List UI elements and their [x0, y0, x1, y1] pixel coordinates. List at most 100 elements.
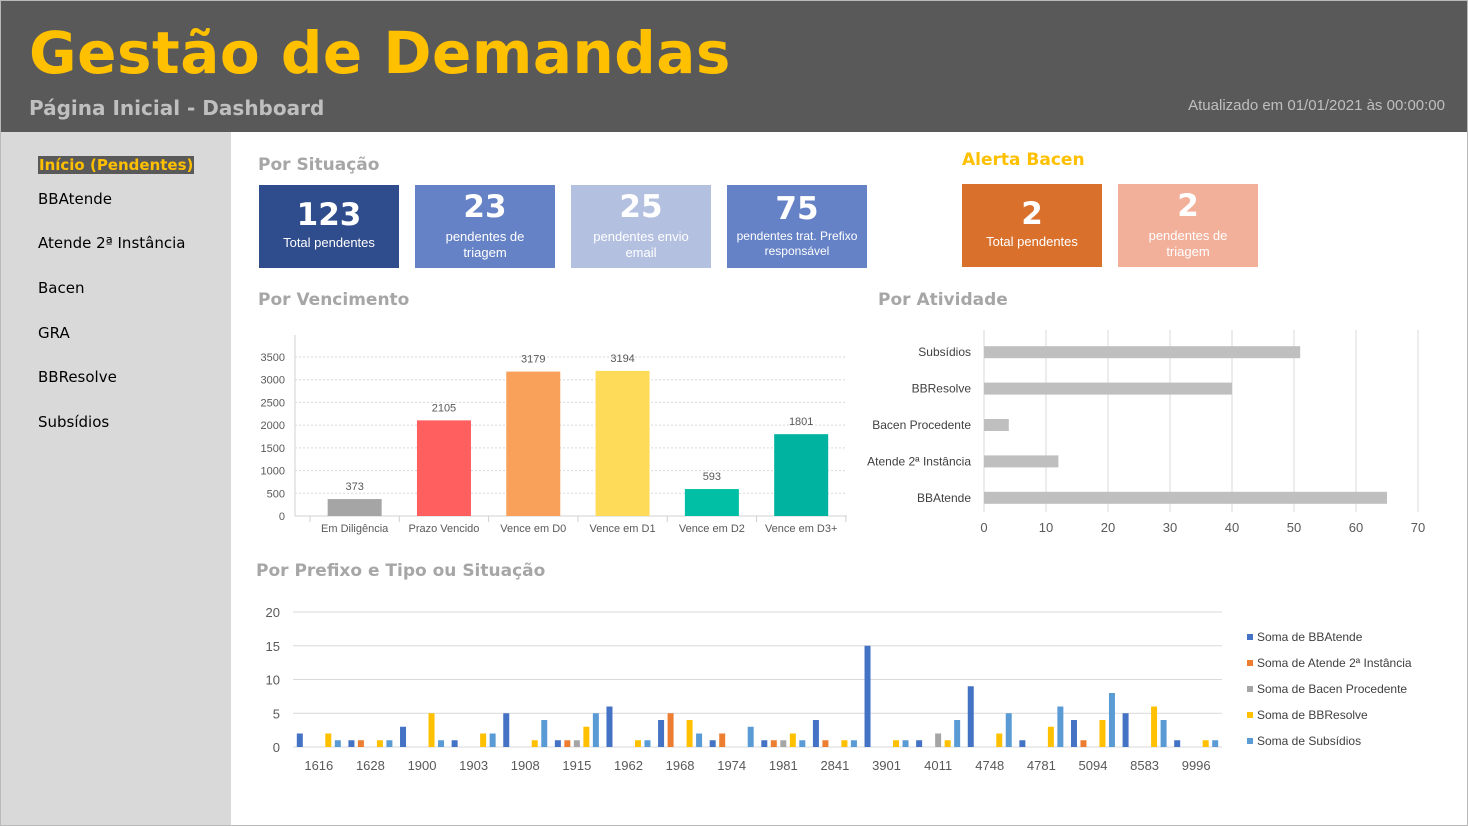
bar — [954, 720, 961, 747]
sidebar-item-inicio[interactable]: Início (Pendentes) — [38, 156, 195, 174]
y-tick-label: Bacen Procedente — [872, 418, 971, 432]
section-title-alerta-bacen: Alerta Bacen — [962, 150, 1085, 170]
data-label: 3194 — [610, 353, 634, 365]
bar — [709, 740, 716, 747]
x-tick-label: 2841 — [820, 758, 849, 773]
bar — [573, 740, 580, 747]
sidebar-item-gra[interactable]: GRA — [38, 324, 70, 342]
bar — [634, 740, 641, 747]
legend-swatch — [1247, 660, 1253, 666]
bar — [1080, 740, 1087, 747]
data-label: 593 — [703, 471, 721, 483]
bar — [1151, 706, 1158, 747]
card-label: pendentes de triagem — [445, 229, 525, 260]
y-tick-label: 10 — [266, 673, 280, 688]
bar — [1057, 706, 1064, 747]
bar — [564, 740, 571, 747]
y-tick-label: 500 — [267, 488, 285, 500]
legend-swatch — [1247, 634, 1253, 640]
chart-atividade: 0 10 20 30 40 50 60 70 Subsídios BBResolve Bacen P… — [850, 325, 1450, 545]
card-value: 2 — [1177, 188, 1199, 224]
bar — [1070, 720, 1077, 747]
bar — [822, 740, 829, 747]
bar — [684, 489, 739, 516]
section-title-vencimento: Por Vencimento — [258, 290, 410, 310]
y-tick-label: Atende 2ª Instância — [867, 454, 971, 468]
x-tick-label: 4011 — [924, 758, 952, 773]
bar — [686, 720, 693, 747]
y-tick-label: 5 — [273, 706, 280, 721]
bar — [812, 720, 819, 747]
x-tick-label: 10 — [1039, 520, 1053, 535]
x-tick-label: Em Diligência — [321, 523, 389, 535]
y-tick-label: 3500 — [261, 352, 285, 364]
card-label: pendentes de triagem — [1148, 228, 1228, 259]
bar — [893, 740, 900, 747]
sidebar-item-atende-2a-instancia[interactable]: Atende 2ª Instância — [38, 234, 185, 252]
legend-label: Soma de Atende 2ª Instância — [1257, 656, 1412, 670]
sidebar: Início (Pendentes) BBAtende Atende 2ª In… — [1, 132, 231, 825]
x-tick-label: 4781 — [1027, 758, 1056, 773]
card-value: 75 — [775, 191, 819, 227]
bar — [984, 491, 1387, 504]
bar — [296, 733, 303, 747]
bar — [438, 740, 445, 747]
legend-swatch — [1247, 712, 1253, 718]
bar — [376, 740, 383, 747]
legend-item: Soma de Bacen Procedente — [1247, 682, 1412, 708]
app-title: Gestão de Demandas — [29, 19, 731, 87]
card-pendentes-triagem[interactable]: 23 pendentes de triagem — [415, 185, 555, 268]
card-bacen-total-pendentes[interactable]: 2 Total pendentes — [962, 184, 1102, 267]
bar — [996, 733, 1003, 747]
bar — [984, 419, 1009, 431]
bar — [541, 720, 548, 747]
y-tick-label: 20 — [266, 605, 280, 620]
bar — [1174, 740, 1181, 747]
bar — [984, 346, 1301, 359]
x-tick-label: 0 — [980, 520, 987, 535]
bar — [1202, 740, 1209, 747]
card-bacen-pendentes-triagem[interactable]: 2 pendentes de triagem — [1118, 184, 1258, 267]
x-tick-label: Vence em D1 — [590, 523, 656, 535]
sidebar-item-bbatende[interactable]: BBAtende — [38, 190, 112, 208]
card-label: Total pendentes — [986, 234, 1078, 249]
bar — [606, 706, 613, 747]
legend-swatch — [1247, 738, 1253, 744]
y-tick-label: BBAtende — [917, 491, 971, 505]
x-tick-label: 1908 — [511, 758, 540, 773]
bar — [780, 740, 787, 747]
bar — [770, 740, 777, 747]
bar — [1212, 740, 1219, 747]
x-tick-label: Prazo Vencido — [408, 523, 479, 535]
bar — [799, 740, 806, 747]
bar — [554, 740, 561, 747]
section-title-situacao: Por Situação — [258, 155, 380, 175]
x-tick-label: 50 — [1287, 520, 1301, 535]
data-label: 1801 — [789, 416, 813, 428]
bar — [1005, 713, 1012, 747]
x-tick-label: 1962 — [614, 758, 643, 773]
bar — [944, 740, 951, 747]
x-tick-label: 3901 — [872, 758, 901, 773]
chart-prefixo-legend: Soma de BBAtende Soma de Atende 2ª Instâ… — [1247, 630, 1412, 760]
y-tick-label: 0 — [279, 511, 285, 523]
bar — [967, 686, 974, 747]
card-total-pendentes[interactable]: 123 Total pendentes — [259, 185, 399, 268]
sidebar-item-bacen[interactable]: Bacen — [38, 279, 84, 297]
x-tick-label: 70 — [1411, 520, 1425, 535]
sidebar-item-subsidios[interactable]: Subsídios — [38, 413, 109, 431]
data-label: 373 — [345, 481, 363, 493]
section-title-prefixo: Por Prefixo e Tipo ou Situação — [256, 561, 546, 581]
bar — [841, 740, 848, 747]
y-tick-label: BBResolve — [912, 382, 972, 396]
card-pendentes-prefixo[interactable]: 75 pendentes trat. Prefixo responsável — [727, 185, 867, 268]
bar — [850, 740, 857, 747]
bar — [416, 420, 471, 516]
x-tick-label: Vence em D2 — [679, 523, 745, 535]
bar — [325, 733, 332, 747]
legend-item: Soma de BBResolve — [1247, 708, 1412, 734]
bar — [1019, 740, 1026, 747]
x-tick-label: 9996 — [1182, 758, 1211, 773]
card-pendentes-envio-email[interactable]: 25 pendentes envio email — [571, 185, 711, 268]
sidebar-item-bbresolve[interactable]: BBResolve — [38, 368, 117, 386]
